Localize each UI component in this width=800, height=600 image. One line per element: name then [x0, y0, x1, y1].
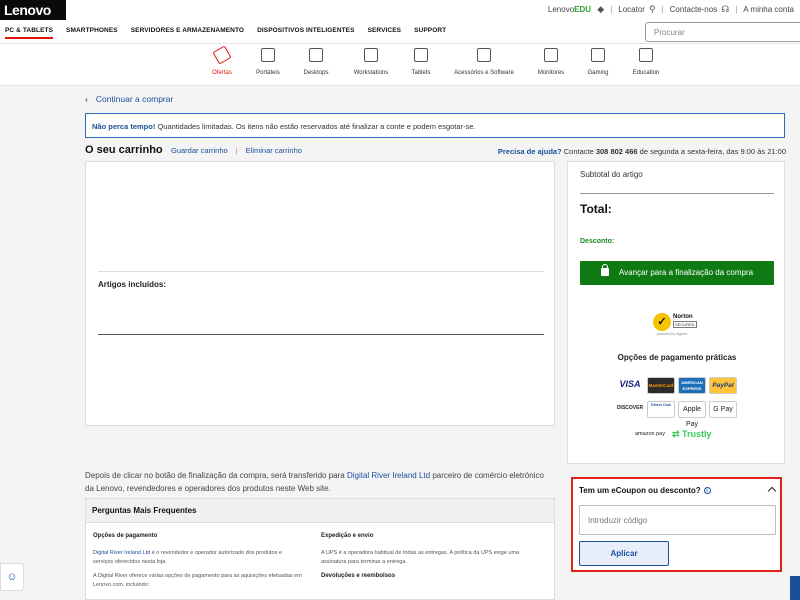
nav-item-services[interactable]: SERVICES [368, 27, 402, 39]
tag-icon [212, 45, 232, 65]
chevron-left-icon: ‹ [85, 94, 88, 104]
google-pay-logo: G Pay [709, 401, 737, 418]
faq-panel: Perguntas Mais Frequentes Opções de paga… [85, 498, 555, 600]
help-phone[interactable]: 308 802 466 [596, 147, 638, 156]
visa-logo: VISA [616, 377, 644, 394]
side-tab[interactable] [790, 576, 800, 600]
nav-item-support[interactable]: SUPPORT [414, 27, 446, 39]
nav-item-servers[interactable]: SERVIDORES E ARMAZENAMENTO [131, 27, 244, 39]
coupon-panel: Tem um eCoupon ou desconto?i Aplicar [571, 477, 782, 572]
search-input[interactable]: Procurar [645, 22, 800, 42]
included-items-label: Artigos incluídos: [98, 280, 166, 289]
apple-pay-logo: Apple Pay [678, 401, 706, 428]
category-bar: Ofertas Portáteis Desktops Workstations … [0, 44, 800, 86]
nav-item-pc-tablets[interactable]: PC & TABLETS [5, 27, 54, 39]
mastercard-logo: MasterCard [647, 377, 675, 394]
cart-items-panel: Artigos incluídos: [85, 161, 555, 426]
tablet-icon [414, 48, 428, 62]
info-icon[interactable]: i [703, 487, 711, 494]
desktop-icon [309, 48, 323, 62]
divider [98, 334, 544, 335]
cart-title: O seu carrinho [85, 144, 163, 156]
headset-icon: ☊ [721, 4, 730, 14]
amazon-pay-logo: amazon pay [635, 431, 665, 437]
accessories-icon [477, 48, 491, 62]
lock-icon [600, 264, 609, 276]
location-pin-icon: ⚲ [648, 4, 656, 14]
checkout-button[interactable]: Avançar para a finalização da compra [580, 261, 774, 285]
digital-river-link[interactable]: Digital River Ireland Ltd [347, 471, 430, 480]
locator-link[interactable]: Locator [618, 5, 645, 14]
workstation-icon [364, 48, 378, 62]
total-label: Total: [580, 202, 612, 216]
trustly-logo: ⇄ Trustly [672, 429, 712, 439]
monitor-icon [544, 48, 558, 62]
faq-returns-heading: Devoluções e reembolsos [321, 573, 396, 579]
collapse-caret-icon[interactable] [767, 486, 777, 496]
faq-payment-heading: Opções de pagamento [93, 533, 158, 539]
divider [580, 193, 774, 194]
amex-logo: AMERICAN EXPRESS [678, 377, 706, 394]
limited-stock-notice: Não perca tempo! Quantidades limitadas. … [85, 113, 785, 138]
apply-coupon-button[interactable]: Aplicar [579, 541, 669, 566]
divider [98, 271, 544, 272]
category-tablets[interactable]: Tablets [391, 48, 451, 76]
paypal-logo: PayPal [709, 377, 737, 394]
edu-icon: ◆ [597, 4, 605, 14]
diners-logo: Diners Club [647, 401, 675, 418]
contact-link[interactable]: Contacte-nos [670, 5, 718, 14]
coupon-code-input[interactable] [579, 505, 776, 535]
payment-row-2: DISCOVER Diners Club Apple Pay G Pay [616, 401, 737, 428]
faq-dr-link[interactable]: Digital River Ireland Ltd [93, 550, 150, 556]
payment-options-title: Opções de pagamento práticas [617, 353, 737, 362]
lenovo-logo[interactable]: Lenovo [0, 0, 66, 20]
payment-row-1: VISA MasterCard AMERICAN EXPRESS PayPal [616, 377, 737, 394]
faq-payment-column: Opções de pagamento Digital River Irelan… [93, 533, 302, 588]
order-summary: Subtotal do artigo Total: Desconto: Avan… [567, 161, 785, 464]
gamepad-icon [591, 48, 605, 62]
subtotal-label: Subtotal do artigo [580, 170, 643, 179]
laptop-icon [261, 48, 275, 62]
discover-logo: DISCOVER [616, 401, 644, 418]
lenovo-edu-link[interactable]: LenovoEDU ◆ [548, 4, 604, 15]
category-desktops[interactable]: Desktops [286, 48, 346, 76]
save-cart-link[interactable]: Guardar carrinho [171, 146, 228, 155]
faq-shipping-column: Expedição e envio A UPS é a operadora ha… [321, 532, 531, 589]
main-nav: PC & TABLETS SMARTPHONES SERVIDORES E AR… [0, 20, 800, 44]
faq-title: Perguntas Mais Frequentes [86, 499, 554, 523]
help-text: Precisa de ajuda? Contacte 308 802 466 d… [497, 147, 786, 156]
faq-shipping-heading: Expedição e envio [321, 533, 374, 539]
nav-item-smart-devices[interactable]: DISPOSITIVOS INTELIGENTES [257, 27, 355, 39]
top-links: LenovoEDU ◆ | Locator ⚲ | Contacte-nos ☊ |… [547, 4, 794, 15]
checkmark-icon: ✓ [653, 313, 671, 331]
category-accessories[interactable]: Acessórios e Software [454, 48, 514, 76]
nav-item-smartphones[interactable]: SMARTPHONES [66, 27, 118, 39]
top-header: Lenovo LenovoEDU ◆ | Locator ⚲ | Contacte… [0, 0, 800, 20]
feedback-smiley-icon[interactable]: ☺ [0, 563, 24, 591]
cart-actions: Guardar carrinho | Eliminar carrinho [171, 146, 302, 155]
checkout-info-text: Depois de clicar no botão de finalização… [85, 471, 544, 493]
norton-badge: ✓ Norton SECURED powered by digicert [653, 313, 701, 337]
account-link[interactable]: A minha conta [743, 5, 794, 14]
category-education[interactable]: Education [616, 48, 676, 76]
graduation-cap-icon [639, 48, 653, 62]
continue-shopping-link[interactable]: ‹ Continuar a comprar [85, 94, 173, 104]
discount-label: Desconto: [580, 238, 615, 245]
nav-items: PC & TABLETS SMARTPHONES SERVIDORES E AR… [5, 27, 446, 39]
coupon-title[interactable]: Tem um eCoupon ou desconto? i [579, 486, 711, 495]
delete-cart-link[interactable]: Eliminar carrinho [246, 146, 302, 155]
